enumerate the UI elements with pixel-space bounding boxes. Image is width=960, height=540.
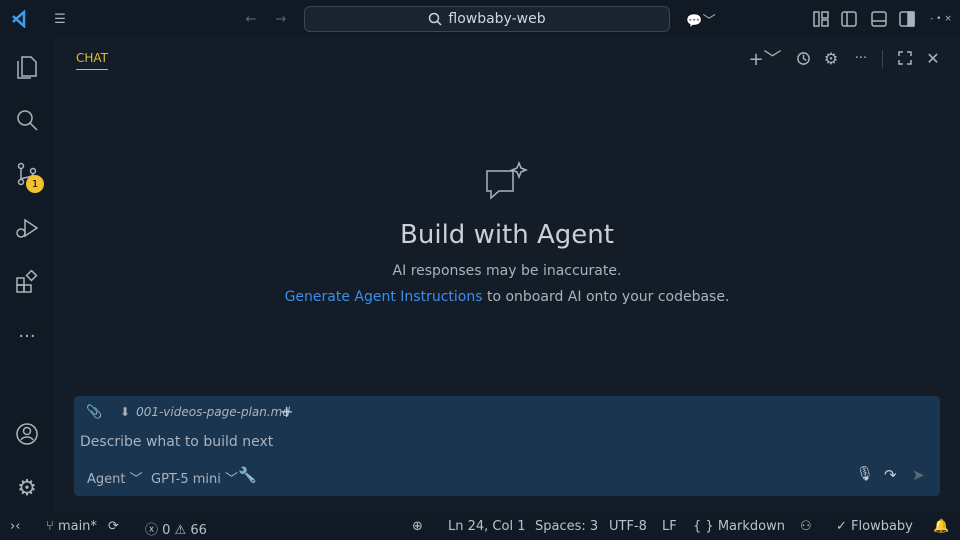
gear-icon[interactable]: ⚙	[822, 48, 840, 68]
model-picker[interactable]: GPT-5 mini ﹀	[151, 468, 238, 487]
microphone-icon[interactable]: 🎙	[856, 466, 874, 482]
run-debug-icon[interactable]	[13, 214, 41, 242]
command-center-search[interactable]: flowbaby-web	[304, 6, 670, 32]
toggle-sidebar-icon[interactable]	[840, 10, 858, 28]
divider	[882, 50, 883, 68]
menu-icon[interactable]: ☰	[50, 9, 70, 29]
toggle-secondary-sidebar-icon[interactable]	[898, 10, 916, 28]
disclaimer: AI responses may be inaccurate.	[392, 263, 622, 279]
paperclip-icon[interactable]: 📎	[86, 405, 102, 420]
chat-input-box: 📎 ⬇ 001-videos-page-plan.md + Describe wh…	[74, 396, 940, 496]
zoom-icon[interactable]: ⊕	[412, 519, 423, 534]
instructions-line: Generate Agent Instructions to onboard A…	[284, 289, 730, 305]
more-icon[interactable]: ···	[13, 322, 41, 350]
attachment-chip[interactable]: ⬇ 001-videos-page-plan.md	[120, 405, 290, 419]
scm-badge: 1	[26, 175, 44, 193]
more-actions-icon[interactable]: ···	[852, 48, 870, 68]
notifications-bell-icon[interactable]: 🔔	[933, 519, 949, 534]
maximize-icon[interactable]	[896, 48, 914, 68]
close-icon[interactable]: ✕	[924, 48, 942, 68]
extensions-icon[interactable]	[13, 268, 41, 296]
accounts-icon[interactable]	[13, 420, 41, 448]
eol[interactable]: LF	[662, 519, 677, 534]
activity-bar: 1 ··· ⚙	[0, 38, 54, 512]
indentation[interactable]: Spaces: 3	[535, 519, 598, 534]
window-controls[interactable]: - • ×	[926, 10, 956, 28]
search-icon[interactable]	[13, 106, 41, 134]
pin-icon: ⬇	[120, 405, 131, 419]
remote-icon[interactable]: ›‹	[10, 519, 20, 534]
toggle-panel-icon[interactable]	[870, 10, 888, 28]
explorer-icon[interactable]	[13, 52, 41, 80]
copilot-chat-icon[interactable]: 💬﹀	[684, 9, 718, 29]
send-icon[interactable]: ➤	[912, 466, 925, 484]
copilot-status-icon[interactable]: ⚇	[800, 519, 812, 534]
forward-icon[interactable]: →	[272, 9, 290, 29]
chat-panel: CHAT +﹀ ⚙ ··· ✕ Build with Agent AI resp…	[54, 38, 960, 512]
layout-customize-icon[interactable]	[812, 10, 830, 28]
welcome-title: Build with Agent	[400, 220, 614, 250]
sync-icon[interactable]: ⟳	[108, 519, 119, 534]
title-bar: ☰ ← → flowbaby-web 💬﹀ - • ×	[0, 0, 960, 38]
new-chat-icon[interactable]: +﹀	[748, 48, 782, 70]
chat-sparkle-icon	[480, 160, 530, 204]
search-icon	[429, 12, 442, 26]
language-mode[interactable]: { } Markdown	[693, 519, 785, 534]
delegate-arrow-icon[interactable]: ↷	[884, 466, 897, 484]
settings-gear-icon[interactable]: ⚙	[13, 474, 41, 502]
encoding[interactable]: UTF-8	[609, 519, 647, 534]
add-context-icon[interactable]: +	[280, 402, 293, 421]
cursor-position[interactable]: Ln 24, Col 1	[448, 519, 525, 534]
tab-chat[interactable]: CHAT	[76, 51, 109, 70]
vscode-logo-icon	[10, 9, 30, 29]
mode-picker[interactable]: Agent ﹀	[87, 468, 143, 487]
history-icon[interactable]	[794, 48, 812, 68]
tools-icon[interactable]: 🔧	[238, 466, 257, 484]
flowbaby-status[interactable]: ✓ Flowbaby	[836, 519, 913, 534]
branch-indicator[interactable]: ⑂ main*	[46, 519, 97, 534]
back-icon[interactable]: ←	[242, 9, 260, 29]
generate-instructions-link[interactable]: Generate Agent Instructions	[285, 289, 483, 305]
chat-input[interactable]: Describe what to build next	[80, 434, 273, 450]
problems-indicator[interactable]: ⓧ 0 ⚠ 66	[145, 519, 207, 538]
status-bar: ›‹ ⑂ main* ⟳ ⓧ 0 ⚠ 66 ⊕ Ln 24, Col 1 Spa…	[0, 512, 960, 540]
